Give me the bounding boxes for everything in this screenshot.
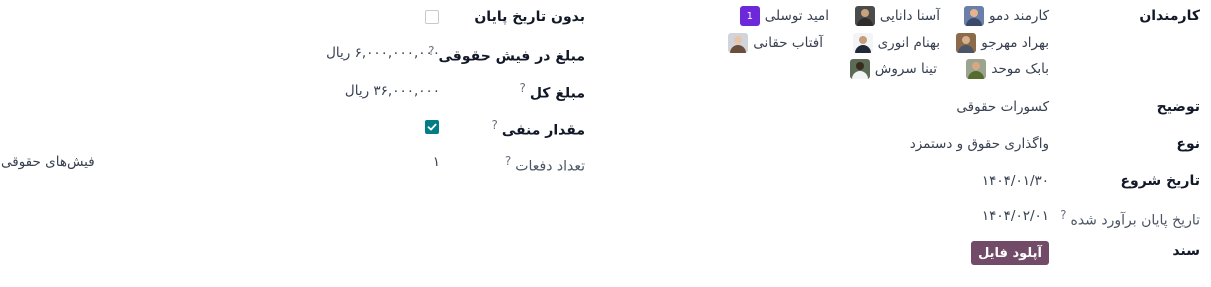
type-label: نوع [1176,136,1200,152]
avatar [966,59,987,79]
help-icon[interactable]: ? [491,118,497,132]
description-label: توضیح [1156,99,1200,115]
total-amount-label-text: مبلغ کل [529,85,585,102]
employee-tag[interactable]: 1 امید توسلی [739,6,829,26]
total-amount-field[interactable]: ۳۶,۰۰۰,۰۰۰ ریال [345,83,440,99]
negative-amount-checkbox[interactable] [425,120,439,134]
help-icon[interactable]: ? [1060,208,1066,222]
avatar [849,59,870,79]
check-icon [427,123,437,131]
payslip-amount-label: مبلغ در فیش حقوقی? [428,44,585,65]
installments-label-text: تعداد دفعات [515,158,585,175]
upload-file-button[interactable]: آپلود فایل [971,241,1049,265]
start-date-label: تاریخ شروع [1120,173,1200,189]
negative-amount-label-text: مقدار منفی [501,122,585,139]
installments-label: تعداد دفعات? [505,154,585,175]
help-icon[interactable]: ? [519,81,525,95]
employee-tag[interactable]: کارمند دمو [964,6,1049,26]
payslip-amount-field[interactable]: ۶,۰۰۰,۰۰۰,۰۰۰ ریال [326,45,440,61]
total-amount-label: مبلغ کل? [519,81,585,102]
avatar [852,33,873,53]
employee-tag[interactable]: بهراد مهرجو [956,33,1049,53]
employee-tag[interactable]: بابک موحد [966,59,1049,79]
employee-name: کارمند دمو [989,8,1049,24]
estimated-end-date-label: تاریخ پایان برآورد شده? [1060,208,1200,229]
employees-label: کارمندان [1139,8,1200,24]
negative-amount-label: مقدار منفی? [491,118,585,139]
avatar: 1 [739,6,760,26]
employee-name: آسنا دانایی [879,8,940,24]
avatar [728,33,749,53]
employee-tag[interactable]: آسنا دانایی [854,6,940,26]
description-field[interactable]: کسورات حقوقی [956,99,1049,115]
avatar [956,33,977,53]
type-field[interactable]: واگذاری حقوق و دستمزد [910,136,1049,152]
employee-name: بابک موحد [991,61,1049,77]
employee-name: امید توسلی [764,8,829,24]
installments-field[interactable]: ۱ [433,154,440,170]
payslips-link[interactable]: فیش‌های حقوقی [1,154,95,170]
no-end-date-label: بدون تاریخ پایان [474,9,585,25]
employee-tag[interactable]: تینا سروش [849,59,937,79]
help-icon[interactable]: ? [505,154,511,168]
no-end-date-checkbox[interactable] [425,10,439,24]
employee-name: بهراد مهرجو [981,35,1049,51]
estimated-end-date-label-text: تاریخ پایان برآورد شده [1070,212,1201,229]
start-date-field[interactable]: ۱۴۰۴/۰۱/۳۰ [982,173,1049,189]
employee-name: آفتاب حقانی [753,35,823,51]
avatar [964,6,985,26]
payslip-amount-label-text: مبلغ در فیش حقوقی [438,48,585,65]
employee-tag[interactable]: آفتاب حقانی [728,33,823,53]
employee-tag[interactable]: بهنام انوری [852,33,940,53]
loan-form: کارمندان کارمند دمو آسنا دانایی 1 امید ت… [0,0,1211,287]
estimated-end-date-field[interactable]: ۱۴۰۴/۰۲/۰۱ [982,208,1049,224]
avatar [854,6,875,26]
document-label: سند [1172,243,1200,259]
employee-name: بهنام انوری [877,35,940,51]
employee-name: تینا سروش [874,61,937,77]
